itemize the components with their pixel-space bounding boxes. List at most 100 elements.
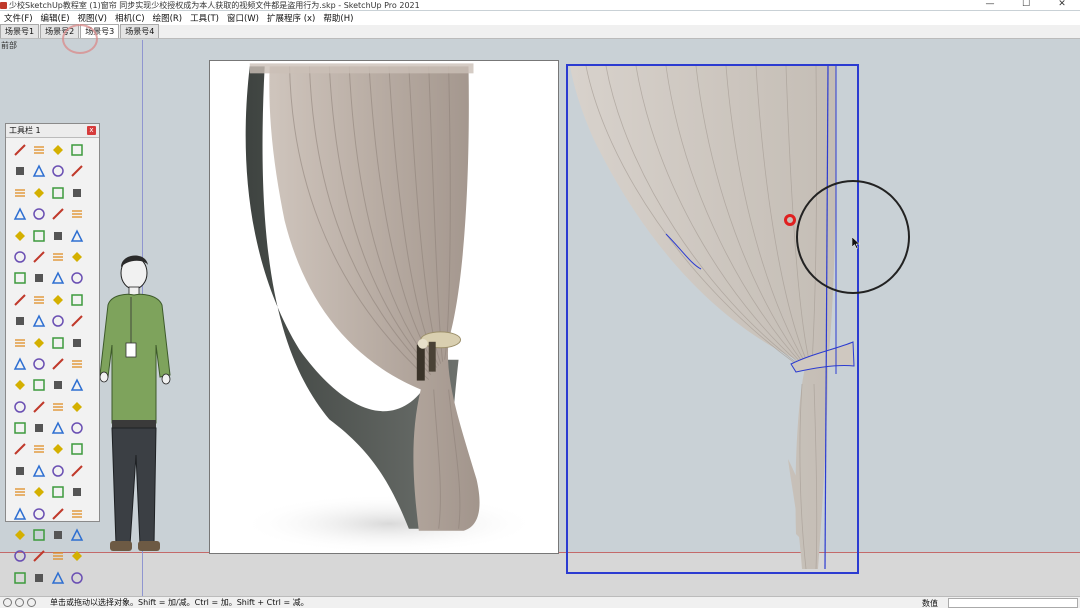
tool-button-icon[interactable]: [12, 441, 28, 457]
toolbar-header[interactable]: 工具栏 1 x: [6, 124, 99, 138]
geolocation-icon[interactable]: [3, 598, 12, 607]
tool-button-icon[interactable]: [12, 463, 28, 479]
tool-button-icon[interactable]: [12, 228, 28, 244]
maximize-button[interactable]: ☐: [1008, 0, 1044, 10]
minimize-button[interactable]: —: [972, 0, 1008, 10]
tool-button-icon[interactable]: [50, 441, 66, 457]
info-icon[interactable]: [15, 598, 24, 607]
menu-window[interactable]: 窗口(W): [223, 12, 263, 24]
tool-button-icon[interactable]: [31, 185, 47, 201]
close-button[interactable]: ✕: [1044, 0, 1080, 10]
tool-button-icon[interactable]: [50, 185, 66, 201]
tool-button-icon[interactable]: [50, 228, 66, 244]
tool-button-icon[interactable]: [12, 292, 28, 308]
measurements-input[interactable]: [948, 598, 1078, 608]
tool-button-icon[interactable]: [69, 228, 85, 244]
tool-button-icon[interactable]: [31, 377, 47, 393]
tool-button-icon[interactable]: [69, 185, 85, 201]
tool-button-icon[interactable]: [12, 142, 28, 158]
tool-button-icon[interactable]: [50, 292, 66, 308]
menu-edit[interactable]: 编辑(E): [37, 12, 74, 24]
menu-extensions[interactable]: 扩展程序 (x): [263, 12, 319, 24]
tool-button-icon[interactable]: [69, 142, 85, 158]
tool-button-icon[interactable]: [31, 313, 47, 329]
tool-button-icon[interactable]: [31, 142, 47, 158]
tool-button-icon[interactable]: [31, 399, 47, 415]
tool-button-icon[interactable]: [69, 463, 85, 479]
tool-button-icon[interactable]: [31, 335, 47, 351]
tool-button-icon[interactable]: [12, 163, 28, 179]
tool-button-icon[interactable]: [12, 206, 28, 222]
tool-button-icon[interactable]: [69, 506, 85, 522]
tool-button-icon[interactable]: [12, 313, 28, 329]
tool-button-icon[interactable]: [12, 570, 28, 586]
tool-button-icon[interactable]: [69, 313, 85, 329]
tool-button-icon[interactable]: [31, 228, 47, 244]
tool-button-icon[interactable]: [12, 399, 28, 415]
tool-button-icon[interactable]: [50, 548, 66, 564]
menu-draw[interactable]: 绘图(R): [149, 12, 187, 24]
tool-button-icon[interactable]: [12, 527, 28, 543]
tool-button-icon[interactable]: [12, 548, 28, 564]
tool-button-icon[interactable]: [69, 249, 85, 265]
tool-button-icon[interactable]: [50, 506, 66, 522]
tool-button-icon[interactable]: [50, 142, 66, 158]
menu-help[interactable]: 帮助(H): [319, 12, 357, 24]
tool-button-icon[interactable]: [50, 570, 66, 586]
tool-button-icon[interactable]: [12, 356, 28, 372]
tool-button-icon[interactable]: [31, 548, 47, 564]
tool-button-icon[interactable]: [12, 377, 28, 393]
tool-button-icon[interactable]: [31, 420, 47, 436]
model-viewport[interactable]: 工具栏 1 x: [0, 40, 1080, 596]
curtain-reference-image[interactable]: [209, 60, 559, 554]
tool-button-icon[interactable]: [50, 163, 66, 179]
tool-button-icon[interactable]: [69, 570, 85, 586]
tool-button-icon[interactable]: [50, 356, 66, 372]
tool-button-icon[interactable]: [69, 441, 85, 457]
tool-button-icon[interactable]: [69, 484, 85, 500]
floating-toolbar[interactable]: 工具栏 1 x: [5, 123, 100, 584]
help-icon[interactable]: [27, 598, 36, 607]
tool-button-icon[interactable]: [31, 163, 47, 179]
toolbar-close-button[interactable]: x: [87, 126, 96, 135]
tool-button-icon[interactable]: [31, 527, 47, 543]
tool-button-icon[interactable]: [31, 270, 47, 286]
tool-button-icon[interactable]: [31, 506, 47, 522]
tool-button-icon[interactable]: [12, 270, 28, 286]
menu-file[interactable]: 文件(F): [0, 12, 37, 24]
tool-button-icon[interactable]: [50, 313, 66, 329]
tool-button-icon[interactable]: [31, 292, 47, 308]
tool-button-icon[interactable]: [12, 420, 28, 436]
tool-button-icon[interactable]: [50, 249, 66, 265]
tool-button-icon[interactable]: [50, 206, 66, 222]
menu-view[interactable]: 视图(V): [74, 12, 111, 24]
tool-button-icon[interactable]: [12, 335, 28, 351]
tool-button-icon[interactable]: [50, 420, 66, 436]
tool-button-icon[interactable]: [69, 270, 85, 286]
tool-button-icon[interactable]: [50, 463, 66, 479]
tool-button-icon[interactable]: [69, 377, 85, 393]
tool-button-icon[interactable]: [69, 399, 85, 415]
tool-button-icon[interactable]: [31, 249, 47, 265]
tab-scene-1[interactable]: 场景号1: [0, 24, 40, 38]
tool-button-icon[interactable]: [50, 377, 66, 393]
menu-tools[interactable]: 工具(T): [186, 12, 223, 24]
tool-button-icon[interactable]: [69, 206, 85, 222]
tool-button-icon[interactable]: [31, 570, 47, 586]
tool-button-icon[interactable]: [69, 335, 85, 351]
tool-button-icon[interactable]: [50, 484, 66, 500]
tool-button-icon[interactable]: [50, 399, 66, 415]
tool-button-icon[interactable]: [31, 206, 47, 222]
tool-button-icon[interactable]: [12, 484, 28, 500]
tool-button-icon[interactable]: [12, 185, 28, 201]
tool-button-icon[interactable]: [50, 335, 66, 351]
tool-button-icon[interactable]: [69, 163, 85, 179]
tool-button-icon[interactable]: [50, 270, 66, 286]
tool-button-icon[interactable]: [31, 356, 47, 372]
tool-button-icon[interactable]: [69, 420, 85, 436]
tool-button-icon[interactable]: [12, 249, 28, 265]
tool-button-icon[interactable]: [31, 484, 47, 500]
tool-button-icon[interactable]: [12, 506, 28, 522]
tool-button-icon[interactable]: [31, 463, 47, 479]
tool-button-icon[interactable]: [31, 441, 47, 457]
